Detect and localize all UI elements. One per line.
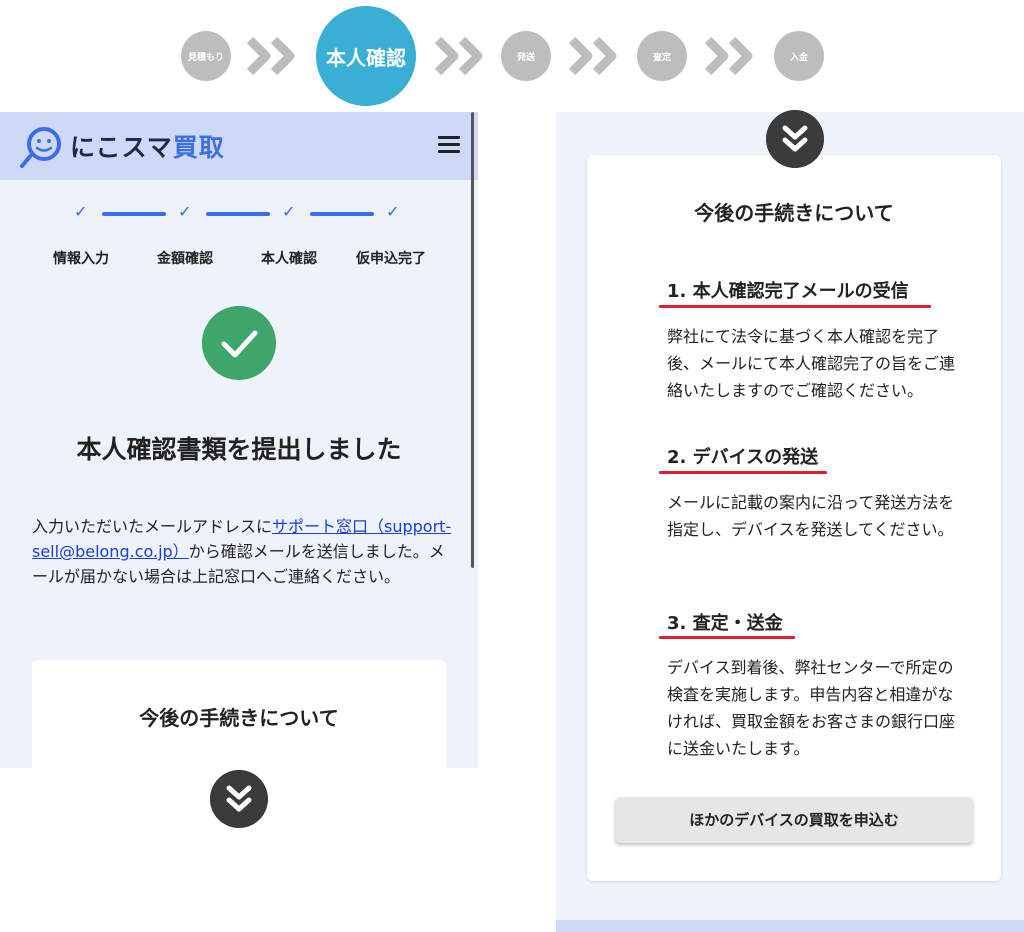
scrollbar[interactable]: [471, 112, 474, 568]
check-icon: ✓: [178, 202, 192, 221]
chevron-double-right-icon: [704, 36, 753, 76]
check-icon: ✓: [282, 202, 296, 221]
progress-line: [206, 212, 270, 216]
progress-label-amount-confirm: 金額確認: [157, 251, 213, 267]
chevron-double-right-icon: [568, 36, 617, 76]
step-1-title: 1. 本人確認完了メールの受信: [667, 281, 909, 302]
app-header: にこスマ買取: [0, 112, 478, 180]
progress-label-identity: 本人確認: [261, 251, 317, 267]
step-payment: 入金: [774, 31, 824, 81]
step-2-body: メールに記載の案内に沿って発送方法を指定し、デバイスを発送してください。: [667, 493, 955, 539]
step-3-body: デバイス到着後、弊社センターで所定の検査を実施します。申告内容と相違がなければ、…: [667, 658, 956, 758]
message-text-before: 入力いただいたメールアドレスに: [32, 517, 273, 536]
check-icon: ✓: [74, 202, 88, 221]
step-1-body: 弊社にて法令に基づく本人確認を完了後、メールにて本人確認完了の旨をご連絡いたしま…: [667, 327, 956, 400]
next-steps-panel: 今後の手続きについて 1. 本人確認完了メールの受信 弊社にて法令に基づく本人確…: [556, 112, 1024, 932]
progress-label-provisional-complete: 仮申込完了: [356, 251, 426, 267]
step-identity-verification: 本人確認: [316, 6, 416, 106]
hamburger-menu-icon[interactable]: [438, 136, 460, 154]
step-3-title: 3. 査定・送金: [667, 613, 783, 634]
progress-label-info-input: 情報入力: [53, 251, 109, 267]
next-steps-title: 今後の手続きについて: [694, 201, 894, 225]
step-2-underline: [659, 471, 827, 474]
step-3-underline: [659, 636, 795, 639]
next-steps-card: 今後の手続きについて 1. 本人確認完了メールの受信 弊社にて法令に基づく本人確…: [587, 155, 1001, 881]
smile-chat-logo-icon: [20, 127, 61, 168]
confirmation-message: 入力いただいたメールアドレスにサポート窓口（support-sell@belon…: [32, 514, 452, 589]
logo-text-main: にこスマ: [70, 133, 173, 162]
check-circle-icon: [202, 306, 276, 380]
apply-another-device-button[interactable]: ほかのデバイスの買取を申込む: [615, 797, 973, 843]
logo-text-accent: 買取: [172, 133, 225, 162]
scroll-down-icon: [210, 770, 268, 828]
chevron-double-right-icon: [246, 36, 295, 76]
progress-line: [310, 212, 374, 216]
chevron-double-right-icon: [434, 36, 483, 76]
panel-footer: [556, 920, 1024, 932]
progress-line: [102, 212, 166, 216]
step-1-underline: [659, 305, 931, 308]
next-steps-title: 今後の手続きについて: [139, 706, 339, 730]
step-appraisal: 査定: [637, 31, 687, 81]
step-estimate: 見積もり: [181, 31, 231, 81]
step-2-title: 2. デバイスの発送: [667, 447, 819, 468]
page-title: 本人確認書類を提出しました: [76, 435, 402, 464]
step-shipping: 発送: [501, 31, 551, 81]
app-logo[interactable]: にこスマ買取: [70, 128, 225, 164]
top-step-bar: 見積もり 本人確認 発送 査定 入金: [0, 0, 1024, 108]
check-icon: ✓: [386, 202, 400, 221]
scroll-down-icon: [766, 110, 824, 168]
next-steps-card: 今後の手続きについて: [32, 660, 446, 768]
progress-indicator: ✓ ✓ ✓ ✓: [62, 202, 412, 226]
phone-screen: にこスマ買取 ✓ ✓ ✓ ✓ 情報入力 金額確認 本人確認 仮申込完了 本人確認…: [0, 112, 478, 768]
